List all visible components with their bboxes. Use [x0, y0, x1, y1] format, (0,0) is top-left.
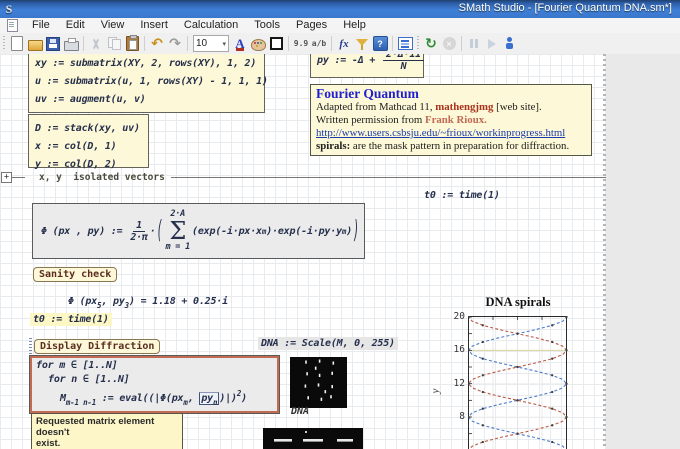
y-tick-label: 8	[445, 411, 465, 422]
note-line1: Adapted from Mathcad 11, mathengjmg [web…	[316, 101, 586, 114]
pause-icon[interactable]	[465, 35, 483, 53]
separator-line	[171, 177, 606, 178]
separator-dash	[12, 177, 25, 178]
edit-cursor-selection[interactable]: pyn	[199, 392, 219, 405]
phi-definition[interactable]: Φ (px , py) := 12·π · ( 2·AΣm = 1 (exp(-…	[32, 203, 365, 259]
note-title: Fourier Quantum	[316, 86, 586, 101]
copy-icon[interactable]	[105, 35, 123, 53]
toolbar-separator	[331, 36, 332, 51]
border-icon[interactable]	[267, 35, 285, 53]
formula-line[interactable]: xy := submatrix(XY, 2, rows(XY), 1, 2)	[35, 55, 258, 73]
toolbar-separator	[83, 36, 84, 51]
py-denominator: N	[401, 61, 407, 72]
toolbar-grip	[3, 36, 5, 51]
formula-line[interactable]: D := stack(xy, uv)	[35, 120, 142, 138]
dna-spirals-chart[interactable]	[468, 316, 568, 449]
dna-scale-formula[interactable]: DNA := Scale(M, 0, 255)	[258, 337, 398, 350]
y-tick-label: 20	[445, 311, 465, 322]
menu-file[interactable]: File	[24, 18, 58, 33]
undo-icon[interactable]: ↶	[148, 35, 166, 53]
y-tick-label: 12	[445, 378, 465, 389]
phi-lhs: Φ (px , py) :=	[41, 226, 128, 237]
formula-box-submatrix[interactable]: xy := submatrix(XY, 2, rows(XY), 1, 2)u …	[28, 54, 265, 113]
dna-diffraction-image[interactable]	[290, 357, 347, 408]
selection-marquee	[29, 338, 32, 356]
outside-page-area	[606, 54, 680, 449]
display-diffraction-label[interactable]: Display Diffraction	[34, 339, 160, 354]
py-formula: py := -Δ +	[317, 55, 381, 66]
worksheet[interactable]: xy := submatrix(XY, 2, rows(XY), 1, 2)u …	[0, 54, 680, 449]
insert-function-icon[interactable]: fx	[335, 35, 353, 53]
save-icon[interactable]	[44, 35, 62, 53]
dna-image-caption: DNA	[291, 406, 309, 417]
play-icon[interactable]	[483, 35, 501, 53]
fraction-icon[interactable]: a/b	[310, 35, 328, 53]
t0-timer-right[interactable]: t0 := time(1)	[424, 190, 500, 201]
frioux-link[interactable]: http://www.users.csbsju.edu/~frioux/work…	[316, 127, 565, 139]
paste-icon[interactable]	[123, 35, 141, 53]
note-line4: spirals: are the mask pattern in prepara…	[316, 140, 586, 153]
title-bar: S SMath Studio - [Fourier Quantum DNA.sm…	[0, 0, 680, 18]
open-icon[interactable]	[26, 35, 44, 53]
font-color-icon[interactable]: A	[231, 35, 249, 53]
menu-edit[interactable]: Edit	[58, 18, 93, 33]
document-icon[interactable]	[7, 19, 18, 32]
pages-panel-icon[interactable]	[396, 35, 414, 53]
toolbar-separator	[461, 36, 462, 51]
menu-pages[interactable]: Pages	[288, 18, 335, 33]
interrupt-icon[interactable]: ×	[440, 35, 458, 53]
menu-view[interactable]: View	[93, 18, 133, 33]
cut-icon[interactable]	[87, 35, 105, 53]
menu-tools[interactable]: Tools	[246, 18, 288, 33]
print-icon[interactable]	[62, 35, 80, 53]
chart-title: DNA spirals	[462, 295, 574, 310]
font-size-select[interactable]: 10▾	[193, 35, 229, 52]
chart-y-axis-label: y	[429, 389, 441, 394]
smath-window: S SMath Studio - [Fourier Quantum DNA.sm…	[0, 0, 680, 449]
redo-icon[interactable]: ↷	[166, 35, 184, 53]
formula-line[interactable]: x := col(D, 1)	[35, 138, 142, 156]
toolbar-grip	[417, 36, 419, 51]
formula-box-stack[interactable]: D := stack(xy, uv)x := col(D, 1)y := col…	[28, 114, 149, 168]
diffraction-for-loop[interactable]: for m ∈ [1..N] for n ∈ [1..N] Mm-1 n-1 :…	[30, 356, 279, 413]
chevron-down-icon: ▾	[222, 40, 226, 48]
menu-help[interactable]: Help	[335, 18, 374, 33]
toolbar-separator	[144, 36, 145, 51]
error-tooltip: Requested matrix element doesn't exist.	[31, 413, 183, 449]
filter-icon[interactable]	[353, 35, 371, 53]
window-title: SMath Studio - [Fourier Quantum DNA.sm*]	[459, 2, 672, 14]
summation: 2·AΣm = 1	[165, 210, 190, 252]
menu-insert[interactable]: Insert	[132, 18, 176, 33]
debug-icon[interactable]	[501, 35, 519, 53]
collapse-icon[interactable]: +	[1, 172, 12, 183]
app-icon[interactable]: S	[2, 2, 16, 16]
section-separator: + x, y isolated vectors	[0, 171, 606, 183]
mask-pattern-image[interactable]	[263, 428, 363, 449]
tooltip-panel-icon[interactable]: ?	[371, 35, 389, 53]
formula-box-py[interactable]: py := -Δ + 2·Δ·11N	[310, 54, 424, 78]
new-document-icon[interactable]	[8, 35, 26, 53]
toolbar: ↶↷ 10▾A 9.9a/b fx? ↻×	[0, 33, 680, 55]
fourier-quantum-note[interactable]: Fourier Quantum Adapted from Mathcad 11,…	[310, 84, 592, 156]
toolbar-separator	[392, 36, 393, 51]
decimal-places-icon[interactable]: 9.9	[292, 35, 310, 53]
note-line2: Written permission from Frank Rioux.	[316, 114, 586, 127]
t0-timer-left[interactable]: t0 := time(1)	[30, 313, 112, 326]
recalculate-icon[interactable]: ↻	[422, 35, 440, 53]
formula-line[interactable]: u := submatrix(u, 1, rows(XY) - 1, 1, 1)	[35, 73, 258, 91]
menu-bar: FileEditViewInsertCalculationToolsPagesH…	[0, 18, 680, 34]
toolbar-separator	[288, 36, 289, 51]
palette-icon[interactable]	[249, 35, 267, 53]
section-label[interactable]: x, y isolated vectors	[39, 172, 165, 183]
menu-calculation[interactable]: Calculation	[176, 18, 246, 33]
sanity-check-label[interactable]: Sanity check	[33, 267, 117, 282]
toolbar-separator	[187, 36, 188, 51]
formula-line[interactable]: uv := augment(u, v)	[35, 91, 258, 109]
y-tick-label: 16	[445, 344, 465, 355]
